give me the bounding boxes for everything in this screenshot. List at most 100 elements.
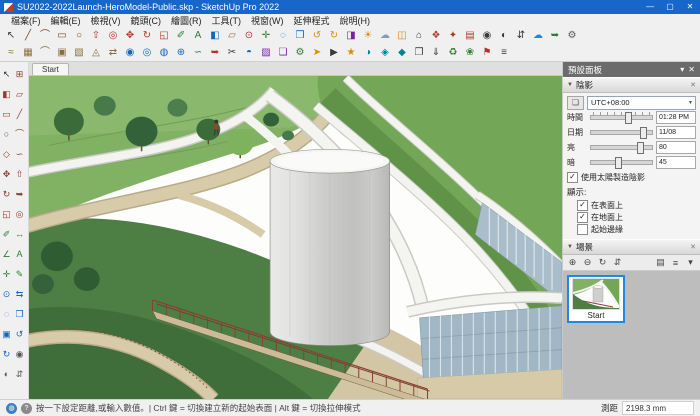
display-option-checkbox[interactable]: ✓	[577, 200, 588, 211]
arc-tool-icon[interactable]: ⌒	[37, 28, 53, 43]
tag-icon[interactable]: ⚑	[479, 45, 495, 60]
remove-scene-button[interactable]: ⊖	[581, 257, 594, 269]
axes-tool-icon[interactable]: ✛	[0, 264, 13, 284]
select-tool-icon[interactable]: ↖	[3, 28, 19, 43]
orbit-tool-icon[interactable]: ⊙	[241, 28, 257, 43]
scenes-close-icon[interactable]: ✕	[690, 243, 696, 251]
menu-draw[interactable]: 繪圖(R)	[166, 14, 207, 27]
light-slider[interactable]	[590, 145, 653, 150]
menu-camera[interactable]: 鏡頭(C)	[126, 14, 167, 27]
zoom-window-icon[interactable]: ❒	[13, 304, 26, 324]
make-component-icon[interactable]: ⊞	[13, 64, 26, 84]
walk-tool-icon[interactable]: ⇵	[13, 364, 26, 384]
spacer[interactable]	[650, 257, 652, 269]
close-button[interactable]: ✕	[680, 0, 700, 14]
redo-icon[interactable]: ↻	[326, 28, 342, 43]
light-slider-thumb[interactable]	[637, 142, 644, 154]
shadows-close-icon[interactable]: ✕	[690, 81, 696, 89]
eraser-tool-icon[interactable]: ▱	[13, 84, 26, 104]
export-icon[interactable]: ❐	[411, 45, 427, 60]
offset-tool-icon[interactable]: ◎	[13, 204, 26, 224]
display-option-checkbox[interactable]: ✓	[577, 212, 588, 223]
maximize-button[interactable]: ▢	[660, 0, 680, 14]
menu-file[interactable]: 檔案(F)	[6, 14, 46, 27]
view-list-button[interactable]: ≡	[669, 257, 682, 269]
import-icon[interactable]: ⇓	[428, 45, 444, 60]
circle-tool-icon[interactable]: ○	[71, 28, 87, 43]
line-tool-icon[interactable]: ╱	[20, 28, 36, 43]
look-around-icon[interactable]: ◐	[0, 364, 13, 384]
light-value-field[interactable]: 80	[656, 141, 696, 154]
standard-views-icon[interactable]: ⌂	[411, 28, 427, 43]
menu-view[interactable]: 檢視(V)	[86, 14, 126, 27]
polygon-tool-icon[interactable]: ◇	[0, 144, 13, 164]
push-pull-tool-icon[interactable]: ⇧	[13, 164, 26, 184]
update-scene-button[interactable]: ↻	[596, 257, 609, 269]
from-contours-icon[interactable]: ≈	[3, 45, 19, 60]
3d-warehouse-icon[interactable]: ❖	[428, 28, 444, 43]
geolocation-icon[interactable]: ◍	[6, 403, 17, 414]
scene-options-button[interactable]: ▾	[684, 257, 697, 269]
time-slider[interactable]	[590, 115, 653, 120]
time-slider-thumb[interactable]	[625, 112, 632, 124]
solid-intersect-icon[interactable]: ⊕	[173, 45, 189, 60]
tray-close-icon[interactable]: ✕	[688, 65, 695, 74]
pan-tool-icon[interactable]: ✛	[258, 28, 274, 43]
walk-tool-icon[interactable]: ⇵	[513, 28, 529, 43]
use-sun-checkbox[interactable]: ✓	[567, 172, 578, 183]
enscape-icon[interactable]: ◑	[360, 45, 376, 60]
dark-slider-thumb[interactable]	[615, 157, 622, 169]
scene-tab-start[interactable]: Start	[32, 63, 69, 75]
zoom-extents-icon[interactable]: ▣	[0, 324, 13, 344]
freehand-tool-icon[interactable]: ∽	[13, 144, 26, 164]
orbit-tool-icon[interactable]: ⊙	[0, 284, 13, 304]
next-view-icon[interactable]: ↻	[0, 344, 13, 364]
shadows-section-header[interactable]: ▼ 陰影 ✕	[563, 77, 700, 93]
drape-icon[interactable]: ▧	[71, 45, 87, 60]
select-tool-icon[interactable]: ↖	[0, 64, 13, 84]
vray-icon[interactable]: ◈	[377, 45, 393, 60]
menu-window[interactable]: 視窗(W)	[246, 14, 289, 27]
eraser-tool-icon[interactable]: ▱	[224, 28, 240, 43]
layout-icon[interactable]: ▤	[462, 28, 478, 43]
help-icon[interactable]: ?	[21, 403, 32, 414]
menu-tools[interactable]: 工具(T)	[207, 14, 247, 27]
dynamic-components-icon[interactable]: ⚙	[292, 45, 308, 60]
display-option-checkbox[interactable]	[577, 224, 588, 235]
offset-tool-icon[interactable]: ◎	[105, 28, 121, 43]
dimension-tool-icon[interactable]: ↔	[13, 224, 26, 244]
move-scene-button[interactable]: ⇵	[611, 257, 624, 269]
text-tool-icon[interactable]: A	[190, 28, 206, 43]
smoove-icon[interactable]: ⌒	[37, 45, 53, 60]
styles-icon[interactable]: ◨	[343, 28, 359, 43]
paint-bucket-icon[interactable]: ◧	[207, 28, 223, 43]
rectangle-tool-icon[interactable]: ▭	[0, 104, 13, 124]
match-photo-icon[interactable]: ▨	[258, 45, 274, 60]
cylinder-tower[interactable]	[270, 149, 390, 345]
position-camera-icon[interactable]: ◉	[13, 344, 26, 364]
intersect-faces-icon[interactable]: ✂	[224, 45, 240, 60]
paint-bucket-icon[interactable]: ◧	[0, 84, 13, 104]
model-view[interactable]	[29, 76, 562, 399]
protractor-tool-icon[interactable]: ∠	[0, 244, 13, 264]
follow-me-icon[interactable]: ➥	[13, 184, 26, 204]
move-tool-icon[interactable]: ✥	[122, 28, 138, 43]
timezone-select[interactable]: UTC+08:00 ▾	[587, 96, 696, 110]
measurement-input[interactable]: 2198.3 mm	[622, 401, 694, 415]
render-icon[interactable]: ★	[343, 45, 359, 60]
play-animation-icon[interactable]: ▶	[326, 45, 342, 60]
interact-tool-icon[interactable]: ➤	[309, 45, 325, 60]
scene-item[interactable]: Start	[567, 275, 625, 323]
menu-help[interactable]: 說明(H)	[335, 14, 376, 27]
pan-tool-icon[interactable]: ⇆	[13, 284, 26, 304]
share-icon[interactable]: ➥	[547, 28, 563, 43]
twinmotion-icon[interactable]: ◆	[394, 45, 410, 60]
dark-slider[interactable]	[590, 160, 653, 165]
photo-texture-icon[interactable]: ❏	[275, 45, 291, 60]
date-value-field[interactable]: 11/08	[656, 126, 696, 139]
previous-view-icon[interactable]: ↺	[13, 324, 26, 344]
scale-tool-icon[interactable]: ◱	[156, 28, 172, 43]
menu-edit[interactable]: 編輯(E)	[46, 14, 86, 27]
undo-icon[interactable]: ↺	[309, 28, 325, 43]
shadow-toggle-button[interactable]: ❏	[567, 96, 584, 110]
